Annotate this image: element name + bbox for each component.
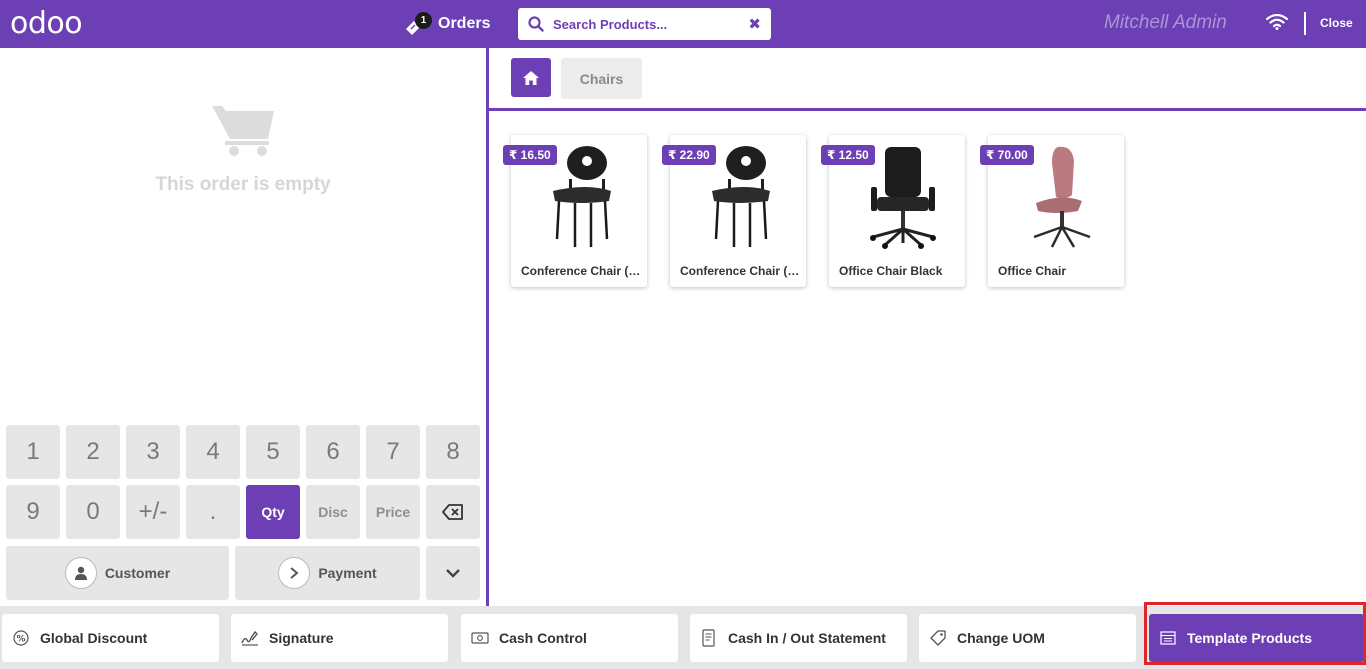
category-divider xyxy=(489,108,1366,111)
wifi-icon xyxy=(1266,14,1288,30)
customer-button[interactable]: Customer xyxy=(6,546,229,600)
highlight-box xyxy=(1144,602,1366,665)
receipt-icon xyxy=(700,629,718,647)
empty-order-text: This order is empty xyxy=(155,174,331,195)
shopping-cart-icon xyxy=(212,106,274,156)
cash-control-button[interactable]: Cash Control xyxy=(461,614,678,662)
search-box: ✖ xyxy=(518,8,771,40)
numpad-key-decimal[interactable]: . xyxy=(186,485,240,539)
payment-label: Payment xyxy=(318,565,377,581)
signature-label: Signature xyxy=(269,630,334,646)
product-name: Conference Chair (Steel) xyxy=(521,264,641,278)
product-card[interactable]: ₹ 12.50 Office Chair Black xyxy=(821,135,965,287)
numpad-key-3[interactable]: 3 xyxy=(126,425,180,479)
money-icon xyxy=(471,629,489,647)
change-uom-button[interactable]: Change UOM xyxy=(919,614,1136,662)
tag-icon xyxy=(929,629,947,647)
cash-in-out-button[interactable]: Cash In / Out Statement xyxy=(690,614,907,662)
numpad-key-6[interactable]: 6 xyxy=(306,425,360,479)
product-name: Office Chair Black xyxy=(839,264,943,278)
search-input[interactable] xyxy=(553,16,749,32)
orders-count-badge: 1 xyxy=(415,12,432,29)
product-card[interactable]: ₹ 70.00 Office Chair xyxy=(980,135,1124,287)
pane-divider xyxy=(486,48,489,606)
product-price-badge: ₹ 12.50 xyxy=(821,145,875,165)
cash-control-label: Cash Control xyxy=(499,630,587,646)
numpad-mode-disc[interactable]: Disc xyxy=(306,485,360,539)
ticket-icon: 1 xyxy=(404,11,432,37)
numpad-backspace[interactable] xyxy=(426,485,480,539)
numpad-key-4[interactable]: 4 xyxy=(186,425,240,479)
signature-icon xyxy=(241,629,259,647)
chevron-down-icon xyxy=(446,569,460,578)
cash-in-out-label: Cash In / Out Statement xyxy=(728,630,886,646)
product-price-badge: ₹ 16.50 xyxy=(503,145,557,165)
breadcrumb-chairs[interactable]: Chairs xyxy=(561,58,642,99)
backspace-icon xyxy=(442,504,463,520)
header-separator xyxy=(1304,12,1306,35)
chevron-right-icon xyxy=(278,557,311,589)
signature-button[interactable]: Signature xyxy=(231,614,448,662)
product-name: Office Chair xyxy=(998,264,1067,278)
numpad-key-9[interactable]: 9 xyxy=(6,485,60,539)
numpad-mode-price[interactable]: Price xyxy=(366,485,420,539)
orders-button[interactable]: 1 Orders xyxy=(404,8,490,40)
close-button[interactable]: Close xyxy=(1320,16,1353,30)
numpad-key-2[interactable]: 2 xyxy=(66,425,120,479)
product-name: Conference Chair (Aluminium) xyxy=(680,264,800,278)
orders-label: Orders xyxy=(438,15,491,32)
numpad-key-sign[interactable]: +/- xyxy=(126,485,180,539)
percent-icon: % xyxy=(12,629,30,647)
clear-search-icon[interactable]: ✖ xyxy=(748,15,761,33)
svg-text:%: % xyxy=(16,635,25,645)
product-card[interactable]: ₹ 16.50 Conference Chair (Steel) xyxy=(503,135,647,287)
numpad-key-5[interactable]: 5 xyxy=(246,425,300,479)
global-discount-label: Global Discount xyxy=(40,630,148,646)
global-discount-button[interactable]: % Global Discount xyxy=(2,614,219,662)
top-bar: odoo 1 Orders ✖ Mitchell Admin Close xyxy=(0,0,1366,48)
change-uom-label: Change UOM xyxy=(957,630,1045,646)
numpad-key-1[interactable]: 1 xyxy=(6,425,60,479)
numpad-mode-qty[interactable]: Qty xyxy=(246,485,300,539)
search-icon xyxy=(528,16,544,32)
product-card[interactable]: ₹ 22.90 Conference Chair (Aluminium) xyxy=(662,135,806,287)
numpad-key-7[interactable]: 7 xyxy=(366,425,420,479)
product-price-badge: ₹ 22.90 xyxy=(662,145,716,165)
numpad-key-8[interactable]: 8 xyxy=(426,425,480,479)
more-actions-button[interactable] xyxy=(426,546,480,600)
home-category-button[interactable] xyxy=(511,58,551,97)
product-price-badge: ₹ 70.00 xyxy=(980,145,1034,165)
numpad-key-0[interactable]: 0 xyxy=(66,485,120,539)
odoo-logo: odoo xyxy=(10,6,83,41)
cashier-name[interactable]: Mitchell Admin xyxy=(1104,12,1227,34)
user-icon xyxy=(64,557,97,589)
home-icon xyxy=(523,70,539,85)
payment-button[interactable]: Payment xyxy=(235,546,420,600)
customer-label: Customer xyxy=(104,565,171,581)
